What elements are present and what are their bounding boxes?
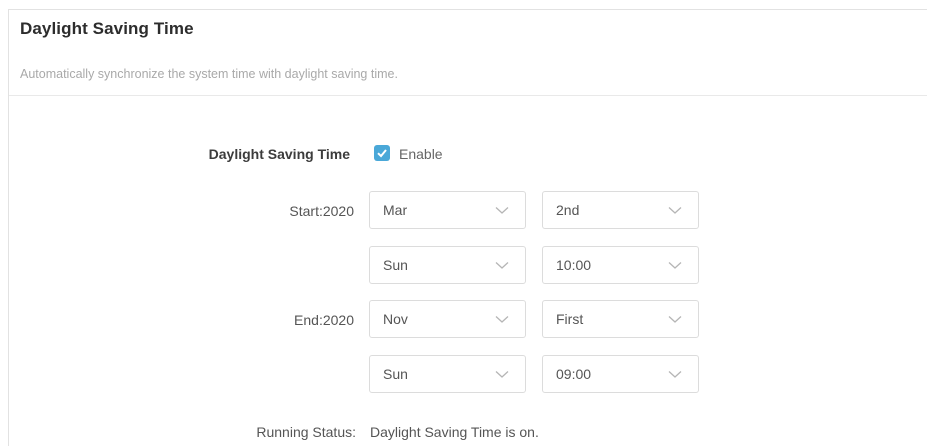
start-time-value: 10:00 (556, 257, 592, 273)
running-status-label: Running Status: (256, 424, 356, 440)
chevron-down-icon (668, 371, 682, 378)
dst-enable-label[interactable]: Enable (399, 146, 443, 162)
chevron-down-icon (668, 316, 682, 323)
end-month-value: Nov (383, 311, 408, 327)
chevron-down-icon (495, 316, 509, 323)
chevron-down-icon (668, 262, 682, 269)
start-day-value: Sun (383, 257, 408, 273)
end-day-select[interactable]: Sun (369, 355, 526, 393)
chevron-down-icon (668, 207, 682, 214)
start-week-value: 2nd (556, 202, 580, 218)
start-label: Start:2020 (289, 203, 354, 219)
start-time-select[interactable]: 10:00 (542, 246, 699, 284)
dst-enable-checkbox[interactable] (374, 145, 390, 161)
dst-label: Daylight Saving Time (208, 146, 350, 162)
end-week-value: First (556, 311, 584, 327)
end-label: End:2020 (294, 312, 354, 328)
end-time-value: 09:00 (556, 366, 592, 382)
check-icon (377, 149, 387, 158)
section-divider (9, 95, 927, 96)
section-title: Daylight Saving Time (20, 19, 194, 38)
section-description: Automatically synchronize the system tim… (20, 67, 398, 81)
chevron-down-icon (495, 262, 509, 269)
end-day-value: Sun (383, 366, 408, 382)
start-month-select[interactable]: Mar (369, 191, 526, 229)
start-day-select[interactable]: Sun (369, 246, 526, 284)
end-time-select[interactable]: 09:00 (542, 355, 699, 393)
start-month-value: Mar (383, 202, 408, 218)
end-week-select[interactable]: First (542, 300, 699, 338)
end-month-select[interactable]: Nov (369, 300, 526, 338)
running-status-value: Daylight Saving Time is on. (370, 424, 539, 440)
start-week-select[interactable]: 2nd (542, 191, 699, 229)
chevron-down-icon (495, 371, 509, 378)
chevron-down-icon (495, 207, 509, 214)
